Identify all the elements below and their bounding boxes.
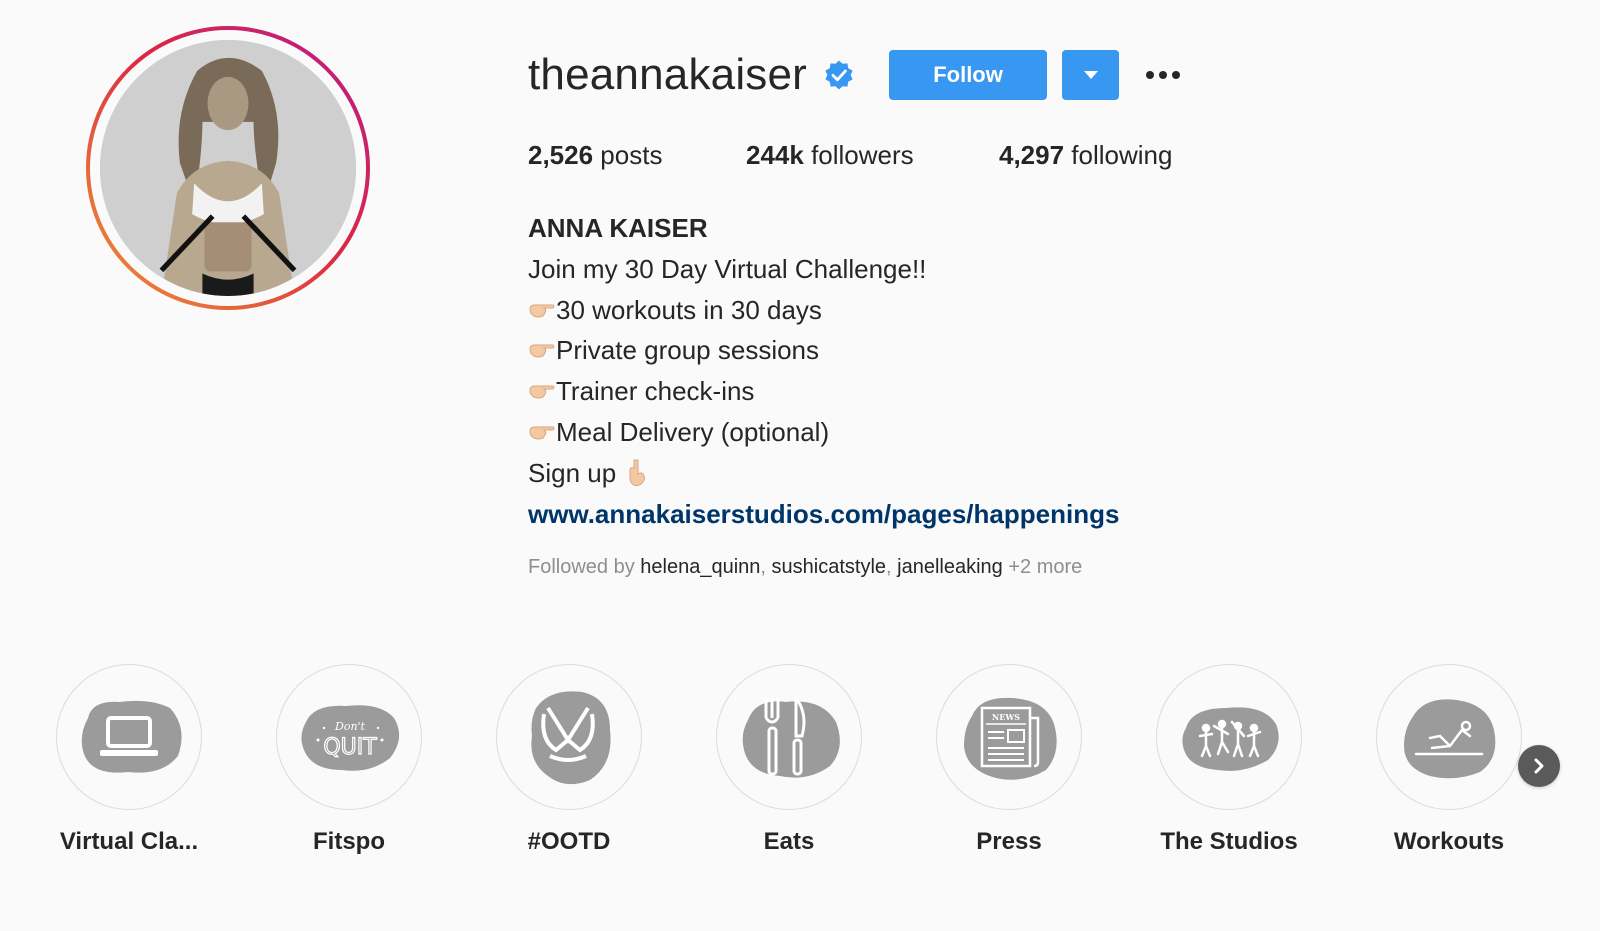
- website-link[interactable]: www.annakaiserstudios.com/pages/happenin…: [528, 499, 1119, 529]
- highlight-label: Eats: [763, 828, 815, 855]
- fork-knife-icon: [742, 693, 840, 778]
- highlights-next-button[interactable]: [1518, 745, 1560, 787]
- highlight-press[interactable]: NEWS Press: [936, 664, 1082, 856]
- profile-header: theannakaiser Follow: [528, 44, 1183, 106]
- bio-bullet: Trainer check-ins: [528, 371, 1119, 412]
- pointing-right-emoji-icon: [529, 426, 555, 440]
- highlight-virtual-classes[interactable]: Virtual Cla...: [56, 664, 202, 856]
- profile-bio: ANNA KAISER Join my 30 Day Virtual Chall…: [528, 208, 1119, 534]
- bio-bullet: Meal Delivery (optional): [528, 412, 1119, 453]
- username: theannakaiser: [528, 50, 808, 99]
- situp-icon: [1404, 699, 1496, 779]
- highlight-fitspo[interactable]: Don't QUIT Fitspo: [276, 664, 422, 856]
- highlight-the-studios[interactable]: The Studios: [1156, 664, 1302, 856]
- svg-text:Don't: Don't: [334, 720, 366, 733]
- highlight-workouts[interactable]: Workouts: [1376, 664, 1522, 856]
- bio-signup: Sign up: [528, 453, 1119, 494]
- highlight-label: Fitspo: [313, 828, 385, 855]
- pointing-right-emoji-icon: [529, 304, 555, 318]
- pointing-right-emoji-icon: [529, 344, 555, 358]
- bio-bullet: 30 workouts in 30 days: [528, 290, 1119, 331]
- highlight-label: Workouts: [1393, 828, 1505, 855]
- bio-line: Join my 30 Day Virtual Challenge!!: [528, 253, 927, 284]
- following-link[interactable]: 4,297 following: [999, 140, 1172, 171]
- followed-by[interactable]: Followed by helena_quinn, sushicatstyle,…: [528, 556, 1082, 579]
- more-dot-icon: [1159, 71, 1168, 79]
- highlight-eats[interactable]: Eats: [716, 664, 862, 856]
- highlight-label: Virtual Cla...: [59, 828, 199, 855]
- more-dot-icon: [1146, 71, 1155, 79]
- highlight-label: #OOTD: [527, 828, 611, 855]
- sports-bra-icon: [531, 691, 611, 785]
- more-dot-icon: [1172, 71, 1181, 79]
- more-options-button[interactable]: [1143, 55, 1183, 95]
- posts-count: 2,526 posts: [528, 140, 663, 170]
- follow-button[interactable]: Follow: [889, 50, 1048, 100]
- avatar-photo: [100, 40, 356, 296]
- pointing-right-emoji-icon: [529, 385, 555, 399]
- dancers-icon: [1182, 707, 1279, 771]
- newspaper-icon: NEWS: [964, 697, 1057, 780]
- full-name: ANNA KAISER: [528, 213, 708, 243]
- suggested-accounts-dropdown-button[interactable]: [1062, 50, 1120, 100]
- chevron-down-icon: [1083, 71, 1098, 79]
- bio-bullet: Private group sessions: [528, 330, 1119, 371]
- follower-username[interactable]: helena_quinn: [640, 556, 760, 578]
- laptop-icon: [81, 700, 182, 773]
- pointing-down-emoji-icon: [629, 459, 646, 486]
- svg-text:QUIT: QUIT: [323, 735, 377, 760]
- dont-quit-icon: Don't QUIT: [301, 705, 400, 771]
- highlight-ootd[interactable]: #OOTD: [496, 664, 642, 856]
- highlight-label: The Studios: [1160, 828, 1298, 855]
- svg-text:NEWS: NEWS: [992, 712, 1020, 722]
- follower-username[interactable]: sushicatstyle: [772, 556, 887, 578]
- follower-username[interactable]: janelleaking: [897, 556, 1003, 578]
- profile-stats: 2,526 posts 244k followers 4,297 followi…: [528, 140, 1172, 171]
- verified-badge-icon: [825, 60, 853, 90]
- followers-link[interactable]: 244k followers: [746, 140, 999, 171]
- profile-avatar[interactable]: [86, 26, 370, 310]
- highlight-label: Press: [976, 828, 1042, 855]
- chevron-right-icon: [1534, 758, 1544, 774]
